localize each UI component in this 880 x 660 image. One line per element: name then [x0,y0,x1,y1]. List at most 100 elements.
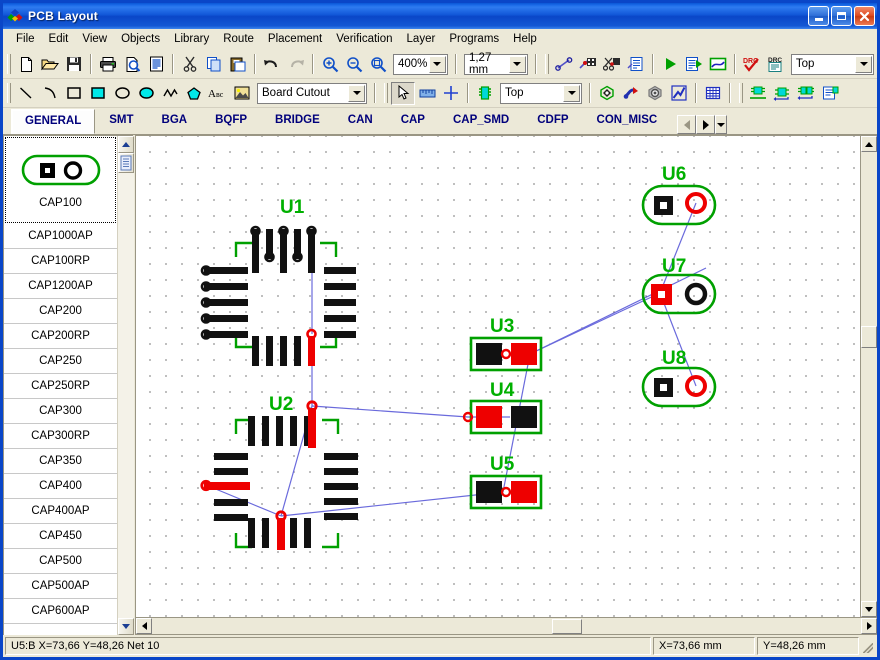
library-item[interactable]: CAP600AP [4,599,117,624]
new-file-button[interactable] [14,53,38,76]
more-tabs-button[interactable] [715,115,728,134]
scroll-thumb[interactable] [117,153,134,173]
placement-report-button[interactable] [818,82,842,105]
image-tool-button[interactable] [230,82,254,105]
toolbar-grip[interactable] [7,83,11,103]
library-item[interactable]: CAP200RP [4,324,117,349]
component-layer-combo[interactable]: Top [500,82,582,104]
library-item[interactable]: CAP250RP [4,374,117,399]
menu-file[interactable]: File [9,30,42,48]
drc-report-button[interactable]: DRC [764,53,788,76]
library-item[interactable]: CAP300 [4,399,117,424]
polyline-tool-button[interactable] [158,82,182,105]
run-report-button[interactable] [682,53,706,76]
library-item[interactable]: CAP400 [4,474,117,499]
scroll-track[interactable] [117,173,134,618]
library-item[interactable]: CAP1200AP [4,274,117,299]
canvas-horizontal-scrollbar[interactable] [136,617,877,634]
close-button[interactable] [854,6,875,26]
library-selected-preview[interactable]: CAP100 [5,137,116,223]
resize-grip[interactable] [861,637,875,655]
chevron-down-icon[interactable] [855,55,872,73]
menu-placement[interactable]: Placement [261,30,329,48]
menu-programs[interactable]: Programs [442,30,506,48]
menu-objects[interactable]: Objects [114,30,167,48]
tab-cdfp[interactable]: CDFP [523,109,583,134]
route-settings-button[interactable] [624,53,648,76]
tab-con-misc[interactable]: CON_MISC [582,109,672,134]
menu-route[interactable]: Route [216,30,261,48]
filled-ellipse-tool-button[interactable] [134,82,158,105]
object-type-combo[interactable]: Board Cutout [257,82,367,104]
chevron-down-icon[interactable] [348,84,365,102]
library-item[interactable]: CAP400AP [4,499,117,524]
menu-edit[interactable]: Edit [42,30,76,48]
library-item[interactable]: CAP350 [4,449,117,474]
tab-general[interactable]: GENERAL [11,109,96,134]
grid-size-combo[interactable]: 1,27 mm [463,52,528,76]
zoom-window-button[interactable] [366,53,390,76]
tab-can[interactable]: CAN [333,109,387,134]
print-button[interactable] [96,53,120,76]
line-tool-button[interactable] [14,82,38,105]
ellipse-tool-button[interactable] [110,82,134,105]
polygon-tool-button[interactable] [182,82,206,105]
zoom-in-button[interactable] [318,53,342,76]
place-components-button[interactable] [746,82,770,105]
library-item[interactable]: CAP1000AP [4,224,117,249]
component-button[interactable] [473,82,497,105]
menu-verification[interactable]: Verification [329,30,399,48]
report-button[interactable] [144,53,168,76]
pcb-canvas[interactable]: U1 U2 U3 U4 U5 U6 U7 U8 [136,136,860,617]
chevron-down-icon[interactable] [508,55,526,73]
canvas-scroll-up-button[interactable] [861,136,877,152]
route-trace-button[interactable] [552,53,576,76]
canvas-vscroll-thumb[interactable] [861,326,877,348]
open-file-button[interactable] [38,53,62,76]
tab-bridge[interactable]: BRIDGE [261,109,334,134]
library-item[interactable]: CAP200 [4,299,117,324]
canvas-scroll-down-button[interactable] [861,601,877,617]
library-item[interactable]: CAP300RP [4,424,117,449]
autoplace-button[interactable] [770,82,794,105]
rectangle-tool-button[interactable] [62,82,86,105]
canvas-scroll-right-button[interactable] [861,618,877,634]
tab-smt[interactable]: SMT [95,109,148,134]
trace-button[interactable] [667,82,691,105]
chevron-down-icon[interactable] [428,55,446,73]
arc-tool-button[interactable] [38,82,62,105]
run-button[interactable] [658,53,682,76]
paste-button[interactable] [226,53,250,76]
autoroute-button[interactable] [576,53,600,76]
menu-layer[interactable]: Layer [400,30,443,48]
scroll-down-button[interactable] [117,618,134,635]
prev-tab-button[interactable] [677,115,697,134]
autoplace-group-button[interactable] [794,82,818,105]
pad-round-button[interactable] [595,82,619,105]
menu-view[interactable]: View [75,30,114,48]
save-file-button[interactable] [62,53,86,76]
text-tool-button[interactable]: A вс [206,82,230,105]
tab-bqfp[interactable]: BQFP [201,109,262,134]
via-button[interactable] [619,82,643,105]
tab-cap[interactable]: CAP [386,109,439,134]
undo-button[interactable] [260,53,284,76]
canvas-scroll-left-button[interactable] [136,618,152,634]
library-item[interactable]: CAP500 [4,549,117,574]
hole-button[interactable] [643,82,667,105]
maximize-button[interactable] [831,6,852,26]
zoom-level-combo[interactable]: 400% [393,53,448,75]
print-preview-button[interactable] [120,53,144,76]
next-tab-button[interactable] [696,115,716,134]
copper-pour-button[interactable] [706,53,730,76]
library-item[interactable]: CAP500AP [4,574,117,599]
toolbar-grip[interactable] [544,54,549,74]
menu-library[interactable]: Library [167,30,216,48]
cut-button[interactable] [178,53,202,76]
filled-rectangle-tool-button[interactable] [86,82,110,105]
active-layer-combo[interactable]: Top [790,53,874,75]
library-list[interactable]: CAP100 CAP1000AP CAP100RP CAP1200AP CAP2… [4,136,117,635]
toolbar-grip[interactable] [384,83,388,103]
library-item[interactable]: CAP450 [4,524,117,549]
measure-button[interactable] [415,82,439,105]
